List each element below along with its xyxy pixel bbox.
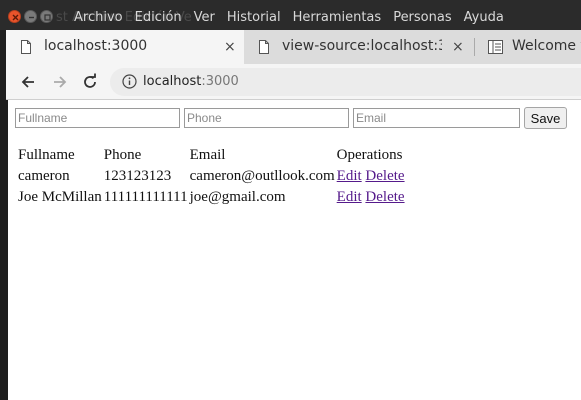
cell-email: cameron@outllook.com <box>189 168 335 184</box>
phone-input[interactable] <box>184 108 349 128</box>
tab-label: localhost:3000 <box>44 38 148 54</box>
menu-historial[interactable]: Historial <box>227 10 281 25</box>
header-phone: Phone <box>103 147 142 163</box>
delete-link[interactable]: Delete <box>365 189 404 205</box>
tab-view-source[interactable]: view-source:localhost:30 × <box>244 30 474 64</box>
url-bar[interactable]: localhost:3000 <box>110 68 581 96</box>
cell-phone: 111111111111 <box>103 189 188 205</box>
page-icon <box>259 40 269 54</box>
table-row: cameron 123123123 cameron@outllook.com E… <box>18 167 405 186</box>
table-header-row: Fullname Phone Email Operations <box>18 146 405 165</box>
close-icon <box>12 14 19 21</box>
email-input[interactable] <box>353 108 520 128</box>
info-icon[interactable] <box>122 74 137 89</box>
fullname-input[interactable] <box>15 108 180 128</box>
delete-link[interactable]: Delete <box>365 168 404 184</box>
users-table: Fullname Phone Email Operations cameron … <box>16 144 407 209</box>
os-menubar: st Archivo Edición Ve Archivo Edición Ve… <box>0 0 581 30</box>
tab-localhost[interactable]: localhost:3000 × <box>6 30 244 64</box>
cell-operations: Edit Delete <box>337 167 405 186</box>
edit-link[interactable]: Edit <box>337 189 362 205</box>
header-operations: Operations <box>336 147 403 163</box>
tab-strip: localhost:3000 × view-source:localhost:3… <box>6 30 581 64</box>
tab-close-icon[interactable]: × <box>224 39 236 55</box>
menu-edicion[interactable]: Edición <box>135 10 182 25</box>
edit-link[interactable]: Edit <box>337 168 362 184</box>
url-port: :3000 <box>201 74 239 89</box>
tab-label: view-source:localhost:30 <box>282 38 442 54</box>
reload-icon[interactable] <box>80 72 100 92</box>
nav-toolbar: localhost:3000 <box>6 64 581 100</box>
url-text[interactable]: localhost:3000 <box>143 74 239 89</box>
cell-fullname: Joe McMillan <box>18 189 102 205</box>
menu-ver[interactable]: Ver <box>194 10 215 25</box>
minimize-icon <box>29 16 34 19</box>
cell-fullname: cameron <box>18 168 70 184</box>
tab-close-icon[interactable]: × <box>452 39 464 55</box>
menu-archivo[interactable]: Archivo <box>74 10 123 25</box>
header-fullname: Fullname <box>18 147 75 163</box>
window-maximize-button[interactable] <box>40 10 53 23</box>
window-minimize-button[interactable] <box>24 10 37 23</box>
tab-label: Welcome to <box>512 38 581 54</box>
menu-herramientas[interactable]: Herramientas <box>293 10 382 25</box>
tab-welcome[interactable]: Welcome to <box>474 30 581 64</box>
window-close-button[interactable] <box>8 10 21 23</box>
page-icon <box>21 40 31 54</box>
maximize-icon <box>44 14 51 21</box>
forward-arrow-icon[interactable] <box>50 72 70 92</box>
save-button[interactable]: Save <box>524 107 567 129</box>
table-row: Joe McMillan 111111111111 joe@gmail.com … <box>18 188 405 207</box>
header-email: Email <box>189 147 226 163</box>
back-arrow-icon[interactable] <box>18 72 38 92</box>
app-menu: Archivo Edición Ver Historial Herramient… <box>74 10 516 25</box>
page-content: Save Fullname Phone Email Operations cam… <box>8 100 581 400</box>
browser-chrome: localhost:3000 × view-source:localhost:3… <box>6 30 581 100</box>
cell-operations: Edit Delete <box>337 188 405 207</box>
cell-phone: 123123123 <box>103 168 172 184</box>
menu-ayuda[interactable]: Ayuda <box>464 10 504 25</box>
url-host: localhost <box>143 74 202 89</box>
cell-email: joe@gmail.com <box>189 189 286 205</box>
reader-icon <box>488 40 503 54</box>
menu-personas[interactable]: Personas <box>393 10 451 25</box>
